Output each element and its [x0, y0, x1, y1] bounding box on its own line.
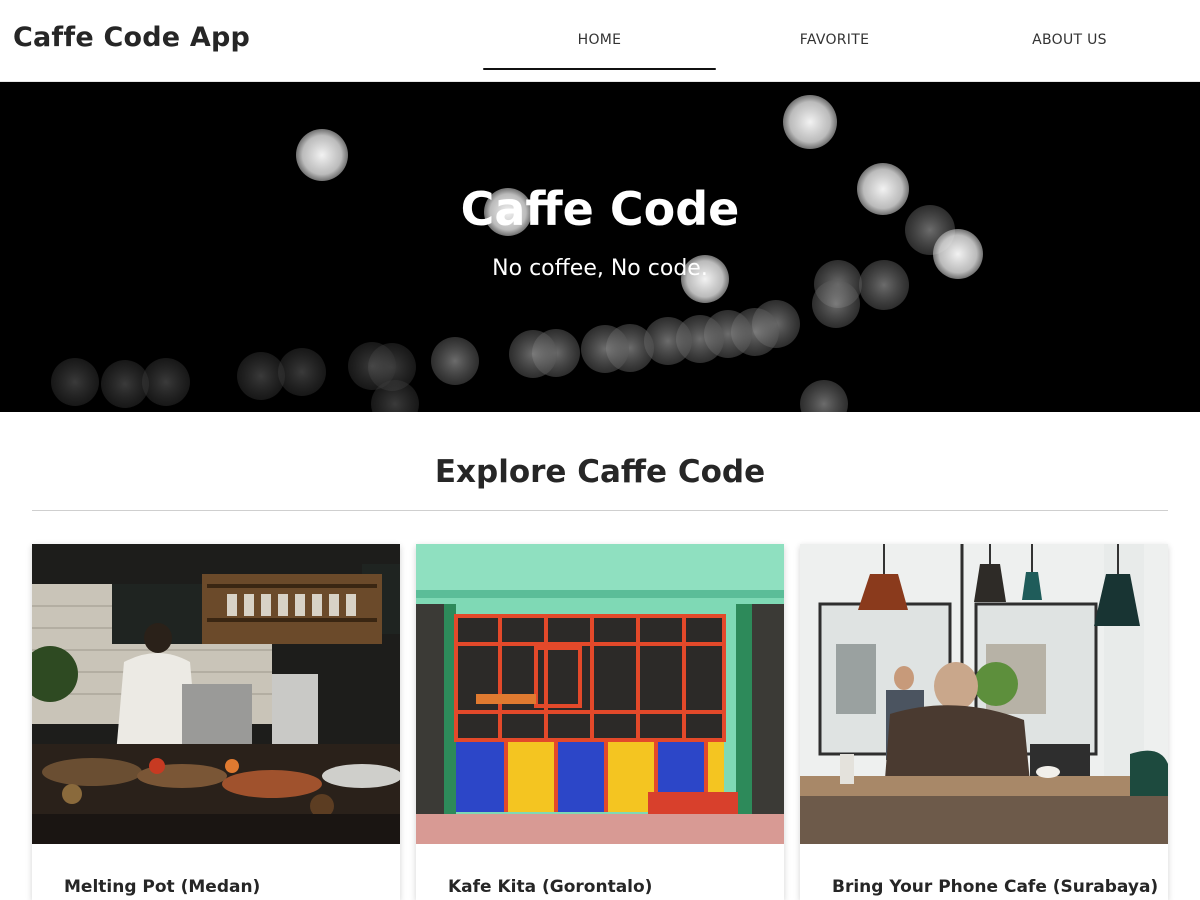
- app-header: Caffe Code App HOME FAVORITE ABOUT US: [0, 0, 1200, 82]
- section-divider: [32, 510, 1168, 511]
- hero-text: Caffe Code No coffee, No code.: [0, 82, 1200, 412]
- card-image-cafe-interior[interactable]: [800, 544, 1168, 844]
- card-image-storefront[interactable]: [416, 544, 784, 844]
- card-image-cafe-counter[interactable]: [32, 544, 400, 844]
- card-title[interactable]: Melting Pot (Medan): [64, 877, 260, 897]
- nav-item-home[interactable]: HOME: [482, 0, 717, 82]
- explore-title: Explore Caffe Code: [434, 454, 766, 490]
- hero-subtitle: No coffee, No code.: [492, 256, 708, 281]
- colorful-storefront-photo: [416, 544, 784, 844]
- cafe-interior-photo: [800, 544, 1168, 844]
- hero-banner: Caffe Code No coffee, No code.: [0, 82, 1200, 412]
- main-nav: HOME FAVORITE ABOUT US: [482, 0, 1200, 82]
- nav-item-about-us[interactable]: ABOUT US: [952, 0, 1187, 82]
- nav-item-favorite[interactable]: FAVORITE: [717, 0, 952, 82]
- hero-title: Caffe Code: [460, 182, 740, 236]
- card-title[interactable]: Bring Your Phone Cafe (Surabaya): [832, 877, 1158, 897]
- cafe-card-melting-pot[interactable]: Melting Pot (Medan): [32, 544, 400, 900]
- app-title[interactable]: Caffe Code App: [13, 22, 250, 53]
- cafe-card-bring-your-phone[interactable]: Bring Your Phone Cafe (Surabaya): [800, 544, 1168, 900]
- card-title[interactable]: Kafe Kita (Gorontalo): [448, 877, 652, 897]
- cafe-counter-photo: [32, 544, 400, 844]
- cafe-card-kafe-kita[interactable]: Kafe Kita (Gorontalo): [416, 544, 784, 900]
